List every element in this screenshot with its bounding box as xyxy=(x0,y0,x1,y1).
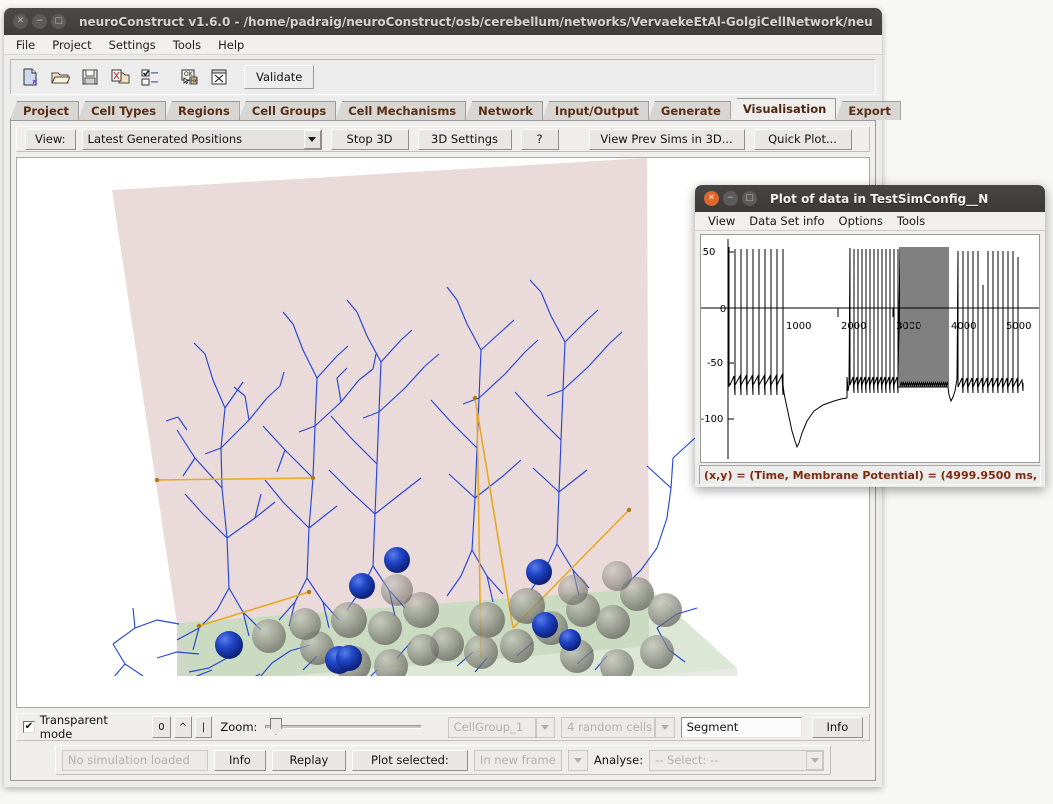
frame-combo-arrow[interactable] xyxy=(567,749,588,771)
cells-combo-value: 4 random cells xyxy=(567,720,653,734)
plot-window: ✕ − ▢ Plot of data in TestSimConfig__N V… xyxy=(695,185,1045,487)
main-toolbar: OK He Validate xyxy=(10,59,876,95)
frame-combo-value: In new frame xyxy=(479,753,556,767)
file-tool-group xyxy=(15,63,165,91)
plot-selected-button[interactable]: Plot selected: xyxy=(351,749,468,771)
run-tool-group: OK He xyxy=(174,63,234,91)
plot-menu-dataset-info[interactable]: Data Set info xyxy=(742,213,831,229)
tab-generate[interactable]: Generate xyxy=(647,101,731,120)
view-combo-value: Latest Generated Positions xyxy=(87,132,243,146)
simulation-controls-panel: No simulation loaded Info Replay Plot se… xyxy=(54,745,832,775)
generate-icon[interactable]: OK He xyxy=(175,63,203,91)
zoom-slider-thumb[interactable] xyxy=(269,718,282,735)
copy-project-icon[interactable] xyxy=(106,63,134,91)
menu-help[interactable]: Help xyxy=(214,36,252,54)
main-tabstrip: Project Cell Types Regions Cell Groups C… xyxy=(10,98,901,121)
toolbar-container: OK He Validate xyxy=(4,55,882,95)
plot-window-titlebar[interactable]: ✕ − ▢ Plot of data in TestSimConfig__N xyxy=(695,185,1045,212)
transparent-mode-checkbox[interactable]: ✔ xyxy=(23,721,35,733)
tab-visualisation[interactable]: Visualisation xyxy=(729,98,837,120)
frame-combo[interactable]: In new frame xyxy=(473,749,562,771)
save-project-icon[interactable] xyxy=(76,63,104,91)
analyse-label: Analyse: xyxy=(593,753,644,767)
new-project-icon[interactable] xyxy=(16,63,44,91)
cells-combo[interactable]: 4 random cells xyxy=(561,716,655,738)
tab-regions[interactable]: Regions xyxy=(165,101,240,120)
plot-menubar: View Data Set info Options Tools xyxy=(695,212,1045,231)
menu-file[interactable]: File xyxy=(12,36,43,54)
cellgroup-combo-value: CellGroup_1 xyxy=(453,720,524,734)
segment-field[interactable]: Segment xyxy=(680,716,802,738)
plot-window-title: Plot of data in TestSimConfig__N xyxy=(770,191,989,206)
validate-button[interactable]: Validate xyxy=(244,65,315,89)
transparent-mode-label: Transparent mode xyxy=(39,713,108,741)
xtick-1000: 1000 xyxy=(786,321,811,332)
zoom-slider-track[interactable] xyxy=(265,725,422,729)
detail-level-up-button[interactable]: ^ xyxy=(174,716,192,738)
cellgroup-combo[interactable]: CellGroup_1 xyxy=(447,716,536,738)
menu-project[interactable]: Project xyxy=(48,36,99,54)
xtick-5000: 5000 xyxy=(1006,321,1031,332)
close-window-icon[interactable] xyxy=(205,63,233,91)
stop-3d-button[interactable]: Stop 3D xyxy=(330,128,409,150)
ytick-0: 0 xyxy=(720,304,726,315)
view-combo[interactable]: Latest Generated Positions xyxy=(81,128,322,150)
visualisation-bottom-toolbar: ✔ Transparent mode 0 ^ | Zoom: CellGroup… xyxy=(16,713,870,741)
cellgroup-combo-arrow[interactable] xyxy=(535,716,556,738)
menu-settings[interactable]: Settings xyxy=(105,36,164,54)
minimize-icon[interactable]: − xyxy=(32,14,47,29)
back-plane xyxy=(112,158,649,623)
replay-button[interactable]: Replay xyxy=(271,749,346,771)
plot-menu-tools[interactable]: Tools xyxy=(890,213,932,229)
tab-project[interactable]: Project xyxy=(10,101,80,120)
minimize-icon[interactable]: − xyxy=(723,191,738,206)
plot-menu-options[interactable]: Options xyxy=(832,213,890,229)
menu-tools[interactable]: Tools xyxy=(169,36,209,54)
simulation-bottom-row: No simulation loaded Info Replay Plot se… xyxy=(16,745,870,775)
detail-level-value[interactable]: 0 xyxy=(151,716,172,738)
svg-text:He: He xyxy=(191,79,198,85)
ytick-50: 50 xyxy=(703,247,716,258)
help-button[interactable]: ? xyxy=(520,128,559,150)
view-label-button[interactable]: View: xyxy=(25,128,76,150)
main-window-titlebar[interactable]: ✕ − ▢ neuroConstruct v1.6.0 - /home/padr… xyxy=(4,8,882,35)
plot-svg: 50 0 -50 -100 1000 2000 3000 4000 5000 xyxy=(701,239,1039,459)
tab-cell-mechanisms[interactable]: Cell Mechanisms xyxy=(335,101,467,120)
membrane-potential-plot[interactable]: 50 0 -50 -100 1000 2000 3000 4000 5000 xyxy=(700,234,1040,463)
tab-cell-types[interactable]: Cell Types xyxy=(78,101,167,120)
tab-export[interactable]: Export xyxy=(835,101,901,120)
quick-plot-button[interactable]: Quick Plot... xyxy=(753,128,852,150)
plot-status-bar: (x,y) = (Time, Membrane Potential) = (49… xyxy=(699,465,1041,485)
analyse-combo-value: -- Select: -- xyxy=(655,753,719,767)
maximize-icon[interactable]: ▢ xyxy=(51,14,66,29)
view-prev-sims-button[interactable]: View Prev Sims in 3D... xyxy=(588,128,745,150)
simulation-name-field[interactable]: No simulation loaded xyxy=(61,749,208,771)
chevron-down-icon[interactable] xyxy=(303,129,321,149)
close-icon[interactable]: ✕ xyxy=(13,14,28,29)
open-project-icon[interactable] xyxy=(46,63,74,91)
view-toolbar: View: Latest Generated Positions Stop 3D… xyxy=(16,126,870,152)
close-icon[interactable]: ✕ xyxy=(704,191,719,206)
plot-body: 50 0 -50 -100 1000 2000 3000 4000 5000 xyxy=(695,231,1045,463)
ytick-minus50: -50 xyxy=(707,358,723,369)
tab-cell-groups[interactable]: Cell Groups xyxy=(238,101,337,120)
project-options-icon[interactable] xyxy=(136,63,164,91)
analyse-chevron-down-icon[interactable] xyxy=(806,750,824,770)
tab-network[interactable]: Network xyxy=(465,101,543,120)
tab-input-output[interactable]: Input/Output xyxy=(541,101,649,120)
main-window-title: neuroConstruct v1.6.0 - /home/padraig/ne… xyxy=(79,14,873,29)
simulation-info-button[interactable]: Info xyxy=(213,749,266,771)
zoom-label: Zoom: xyxy=(220,720,258,734)
settings-3d-button[interactable]: 3D Settings xyxy=(417,128,512,150)
detail-level-down-button[interactable]: | xyxy=(194,716,213,738)
analyse-combo[interactable]: -- Select: -- xyxy=(649,749,825,771)
plot-menu-view[interactable]: View xyxy=(701,213,742,229)
cells-combo-arrow[interactable] xyxy=(655,716,675,738)
zoom-slider[interactable] xyxy=(265,716,422,738)
main-menubar: File Project Settings Tools Help xyxy=(4,35,882,55)
segment-info-button[interactable]: Info xyxy=(811,716,863,738)
ytick-minus100: -100 xyxy=(701,414,723,425)
maximize-icon[interactable]: ▢ xyxy=(742,191,757,206)
membrane-potential-trace xyxy=(728,246,1024,449)
